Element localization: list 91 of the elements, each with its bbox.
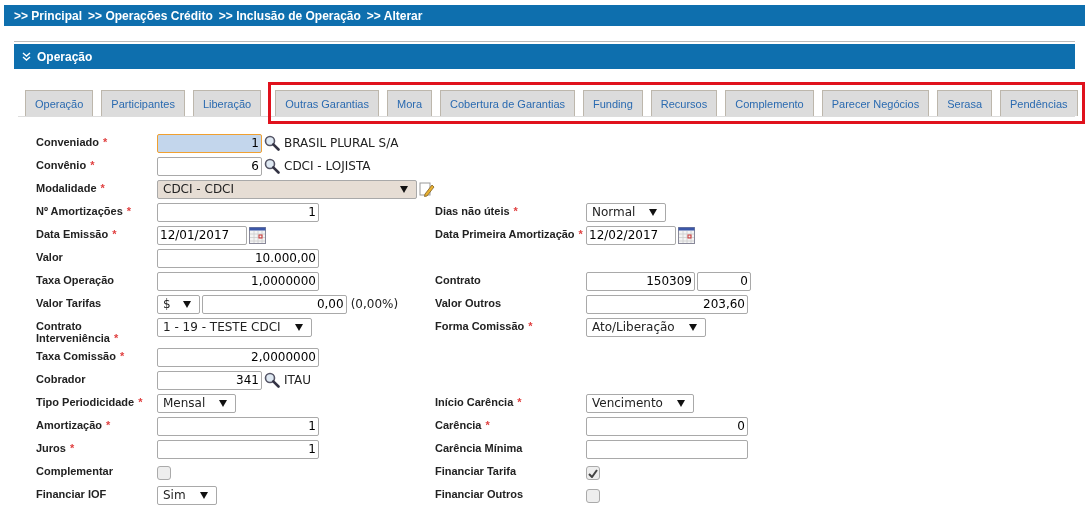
section-header[interactable]: Operação [14, 44, 1075, 69]
lookup-description: BRASIL PLURAL S/A [284, 136, 399, 150]
input-field[interactable]: 1,0000000 [157, 271, 319, 291]
input-field[interactable] [586, 439, 748, 459]
field-label: Taxa Comissão * [36, 349, 126, 362]
field-label: Conveniado * [36, 135, 109, 148]
input-field[interactable]: 150309 [586, 271, 695, 291]
field-label: Valor Tarifas [36, 296, 103, 309]
field-label: Forma Comissão * [435, 319, 534, 332]
field-label: Financiar IOF [36, 487, 108, 500]
field-label: Dias não úteis * [435, 204, 519, 217]
caret-icon [199, 491, 208, 499]
caret-icon [294, 323, 303, 331]
field-label: Tipo Periodicidade * [36, 395, 144, 408]
input-field[interactable]: 10.000,00 [157, 248, 319, 268]
caret-icon [649, 208, 658, 216]
percent-note: (0,00%) [350, 297, 399, 311]
field-label: Valor [36, 250, 64, 263]
dropdown[interactable]: Ato/Liberação [586, 317, 706, 337]
breadcrumb-link[interactable]: >> Inclusão de Operação [218, 8, 361, 23]
lookup-description: ITAU [284, 373, 311, 387]
field-label: Cobrador [36, 372, 87, 385]
field-label: Complementar [36, 464, 115, 477]
calendar-icon[interactable] [678, 226, 695, 244]
tab[interactable]: Serasa [937, 90, 993, 116]
breadcrumb-link[interactable]: >> Principal [14, 8, 83, 23]
tab[interactable]: Outras Garantias [275, 90, 379, 116]
dropdown[interactable]: 1 - 19 - TESTE CDCI [157, 317, 312, 337]
tab[interactable]: Participantes [101, 90, 185, 116]
field-label: Data Emissão * [36, 227, 118, 240]
dropdown[interactable]: Vencimento [586, 393, 694, 413]
input-field[interactable]: 1 [157, 202, 319, 222]
caret-icon [688, 323, 697, 331]
tab[interactable]: Mora [387, 90, 433, 116]
date-field[interactable]: 12/02/2017 [586, 225, 676, 245]
input-field[interactable]: 1 [157, 439, 319, 459]
field-label: Data Primeira Amortização * [435, 227, 584, 240]
input-field[interactable]: 1 [157, 416, 319, 436]
checkbox[interactable] [586, 466, 600, 480]
input-field[interactable]: 0,00 [201, 294, 347, 314]
breadcrumb-link[interactable]: >> Operações Crédito [88, 8, 213, 23]
caret-icon [400, 185, 408, 193]
dropdown[interactable]: $ [157, 294, 200, 314]
field-label: Financiar Tarifa [435, 464, 518, 477]
code-field[interactable]: 1 [157, 133, 262, 153]
caret-icon [676, 399, 685, 407]
checkbox[interactable] [586, 489, 600, 503]
field-label: Carência Mínima [435, 441, 524, 454]
dropdown[interactable]: CDCI - CDCI [157, 179, 417, 199]
dropdown[interactable]: Normal [586, 202, 667, 222]
search-icon[interactable] [264, 158, 280, 174]
tab[interactable]: Recursos [650, 90, 718, 116]
field-label: Carência * [435, 418, 491, 431]
field-label: Taxa Operação [36, 273, 116, 286]
input-field[interactable]: 0 [697, 271, 751, 291]
code-field[interactable]: 341 [157, 370, 262, 390]
input-field[interactable]: 203,60 [586, 294, 748, 314]
tab[interactable]: Complemento [725, 90, 814, 116]
field-label: Valor Outros [435, 296, 503, 309]
lookup-description: CDCI - LOJISTA [284, 159, 371, 173]
input-field[interactable]: 2,0000000 [157, 347, 319, 367]
tab[interactable]: Pendências [1000, 90, 1078, 116]
code-field[interactable]: 6 [157, 156, 262, 176]
edit-icon[interactable] [419, 181, 435, 197]
input-field[interactable]: 0 [586, 416, 748, 436]
calendar-icon[interactable] [249, 226, 266, 244]
search-icon[interactable] [264, 135, 280, 151]
breadcrumb-link[interactable]: >> Alterar [366, 8, 423, 23]
field-label: Amortização * [36, 418, 112, 431]
search-icon[interactable] [264, 372, 280, 388]
dropdown[interactable]: Mensal [157, 393, 237, 413]
field-label: Convênio * [36, 158, 96, 171]
tab[interactable]: Parecer Negócios [821, 90, 930, 116]
field-label: Início Carência * [435, 395, 523, 408]
field-label: Nº Amortizações * [36, 204, 133, 217]
tab[interactable]: Funding [583, 90, 643, 116]
chevron-icon[interactable] [22, 52, 31, 61]
caret-icon [182, 300, 191, 308]
section-title: Operação [37, 49, 93, 64]
checkbox[interactable] [157, 466, 171, 480]
dropdown[interactable]: Sim [157, 485, 217, 505]
tab[interactable]: Liberação [192, 90, 262, 116]
field-label: Contrato [435, 273, 482, 286]
date-field[interactable]: 12/01/2017 [157, 225, 247, 245]
tab[interactable]: Cobertura de Garantias [440, 90, 575, 116]
field-label: Juros * [36, 441, 76, 454]
caret-icon [219, 399, 228, 407]
field-label: Modalidade * [36, 181, 106, 194]
tab[interactable]: Operação [25, 90, 94, 116]
field-label: Financiar Outros [435, 487, 525, 500]
field-label: Contrato Interveniência * [36, 319, 120, 344]
